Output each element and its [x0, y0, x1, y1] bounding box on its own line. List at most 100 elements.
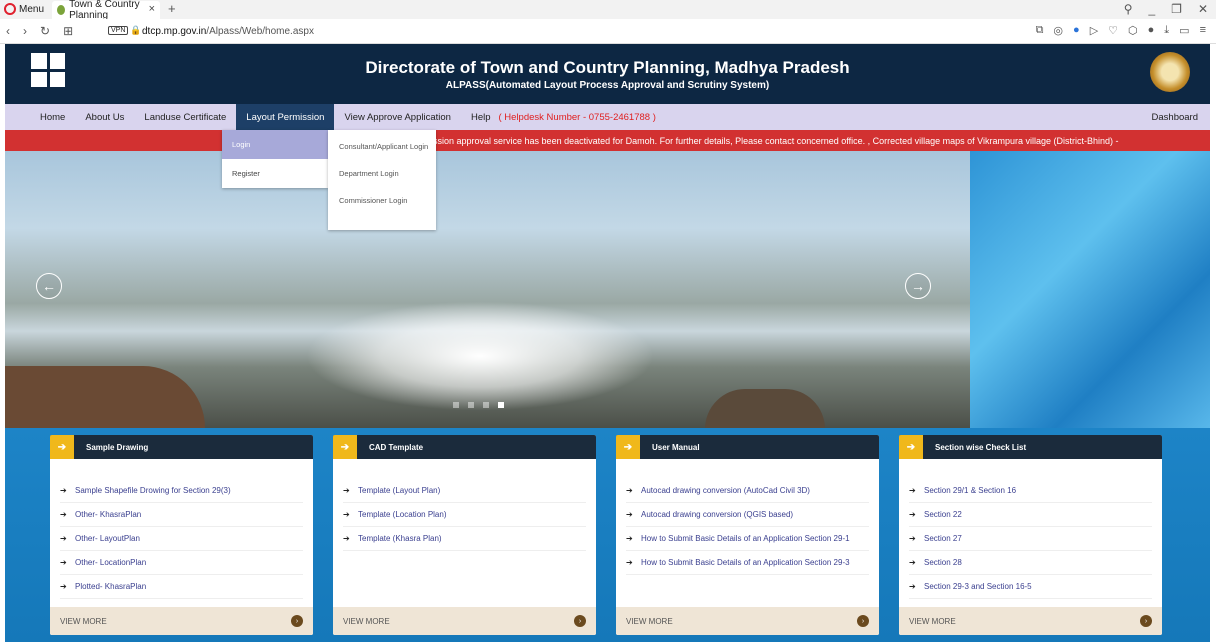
list-item[interactable]: Section 22	[909, 503, 1152, 527]
nav-help-label: Help	[470, 111, 491, 123]
camera-icon[interactable]: ◎	[1053, 24, 1063, 37]
card-header: ➔ CAD Template	[333, 435, 596, 459]
dropdown-register[interactable]: Register	[222, 159, 328, 188]
extension-icons: ⧉ ◎ ● ▷ ♡ ⬡ ● ⤓ ▭ ≡	[1036, 24, 1206, 37]
battery-icon[interactable]: ▭	[1179, 24, 1189, 37]
window-controls: ⚲ _ ❐ ✕	[1124, 2, 1208, 16]
play-icon[interactable]: ▷	[1090, 24, 1098, 37]
browser-tab[interactable]: Town & Country Planning ×	[52, 0, 160, 21]
snapshot-icon[interactable]: ⧉	[1036, 24, 1044, 37]
waterfall-mist	[305, 301, 655, 411]
favicon-icon	[57, 5, 66, 15]
list-item[interactable]: Template (Khasra Plan)	[343, 527, 586, 551]
list-item[interactable]: Template (Location Plan)	[343, 503, 586, 527]
opera-menu-button[interactable]: Menu	[4, 3, 44, 15]
card-sample-drawing: ➔ Sample Drawing Sample Shapefile Drowing…	[50, 435, 313, 635]
easy-setup-icon[interactable]: ≡	[1200, 24, 1206, 37]
search-tabs-icon[interactable]: ⚲	[1124, 2, 1133, 16]
rock-left	[5, 366, 205, 428]
nav-view-approve-application[interactable]: View Approve Application	[334, 104, 461, 130]
carousel-indicators	[453, 402, 504, 408]
list-item[interactable]: Section 29-3 and Section 16-5	[909, 575, 1152, 599]
carousel-prev-button[interactable]: ←	[36, 273, 62, 299]
heart-icon[interactable]: ♡	[1108, 24, 1118, 37]
card-list: Sample Shapefile Drowing for Section 29(…	[50, 479, 313, 623]
chevron-right-icon: ›	[574, 615, 586, 627]
close-window-icon[interactable]: ✕	[1198, 2, 1208, 16]
view-more-label: VIEW MORE	[60, 616, 107, 626]
carousel-dot[interactable]	[468, 402, 474, 408]
submenu-commissioner-login[interactable]: Commissioner Login	[328, 180, 436, 207]
card-section-checklist: ➔ Section wise Check List Section 29/1 & …	[899, 435, 1162, 635]
list-item[interactable]: Other- KhasraPlan	[60, 503, 303, 527]
view-more-label: VIEW MORE	[343, 616, 390, 626]
opera-logo-icon	[4, 3, 16, 15]
list-item[interactable]: Section 29/1 & Section 16	[909, 479, 1152, 503]
close-tab-icon[interactable]: ×	[149, 3, 155, 15]
list-item[interactable]: Section 27	[909, 527, 1152, 551]
carousel-next-button[interactable]: →	[905, 273, 931, 299]
cube-icon[interactable]: ⬡	[1128, 24, 1138, 37]
submenu-department-login[interactable]: Department Login	[328, 153, 436, 180]
card-title: User Manual	[652, 442, 700, 452]
card-header: ➔ Sample Drawing	[50, 435, 313, 459]
url-domain: dtcp.mp.gov.in	[142, 26, 207, 37]
nav-landuse-certificate[interactable]: Landuse Certificate	[134, 104, 236, 130]
dropdown-login[interactable]: Login	[222, 130, 328, 159]
new-tab-icon[interactable]: +	[168, 1, 176, 16]
minimize-icon[interactable]: _	[1148, 2, 1155, 16]
view-more-button[interactable]: VIEW MORE ›	[333, 607, 596, 635]
list-item[interactable]: Other- LocationPlan	[60, 551, 303, 575]
list-item[interactable]: Autocad drawing conversion (AutoCad Civi…	[626, 479, 869, 503]
nav-dashboard[interactable]: Dashboard	[1152, 104, 1198, 130]
back-icon[interactable]: ‹	[6, 24, 10, 38]
card-list: Autocad drawing conversion (AutoCad Civi…	[616, 479, 879, 575]
nav-help[interactable]: Help ( Helpdesk Number - 0755-2461788 )	[461, 104, 666, 130]
view-more-button[interactable]: VIEW MORE ›	[616, 607, 879, 635]
vpn-badge[interactable]: VPN	[108, 26, 129, 35]
list-item[interactable]: Template (Layout Plan)	[343, 479, 586, 503]
view-more-button[interactable]: VIEW MORE ›	[50, 607, 313, 635]
list-item[interactable]: How to Submit Basic Details of an Applic…	[626, 551, 869, 575]
rock-right	[705, 389, 825, 428]
card-list: Section 29/1 & Section 16 Section 22 Sec…	[899, 479, 1162, 623]
chevron-right-icon: ›	[857, 615, 869, 627]
nav-home[interactable]: Home	[5, 104, 75, 130]
decorative-blue-panel	[970, 151, 1210, 428]
carousel-dot-active[interactable]	[498, 402, 504, 408]
nav-about-us[interactable]: About Us	[75, 104, 134, 130]
layout-permission-dropdown: Login Register	[222, 130, 328, 188]
ticker-text: ssion approval service has been deactiva…	[433, 135, 1119, 146]
main-nav: Home About Us Landuse Certificate Layout…	[5, 104, 1210, 130]
list-item[interactable]: Plotted- KhasraPlan	[60, 575, 303, 599]
download-icon[interactable]: ⤓	[1164, 24, 1169, 37]
list-item[interactable]: Section 28	[909, 551, 1152, 575]
profile-icon[interactable]: ●	[1148, 24, 1155, 37]
arrow-right-icon: ➔	[899, 435, 923, 459]
browser-tab-bar: Menu Town & Country Planning × + ⚲ _ ❐ ✕	[0, 0, 1216, 21]
card-cad-template: ➔ CAD Template Template (Layout Plan) Tem…	[333, 435, 596, 635]
card-list: Template (Layout Plan) Template (Locatio…	[333, 479, 596, 551]
url-field[interactable]: dtcp.mp.gov.in/Alpass/Web/home.aspx	[142, 26, 314, 37]
restore-icon[interactable]: ❐	[1171, 2, 1182, 16]
card-header: ➔ User Manual	[616, 435, 879, 459]
view-more-label: VIEW MORE	[626, 616, 673, 626]
reload-icon[interactable]: ↻	[40, 24, 50, 38]
card-user-manual: ➔ User Manual Autocad drawing conversion …	[616, 435, 879, 635]
list-item[interactable]: Sample Shapefile Drowing for Section 29(…	[60, 479, 303, 503]
lock-icon[interactable]: 🔒	[130, 25, 141, 36]
forward-icon[interactable]: ›	[23, 24, 27, 38]
speed-dial-icon[interactable]: ⊞	[63, 24, 73, 38]
page-title: Directorate of Town and Country Planning…	[365, 58, 850, 77]
nav-layout-permission[interactable]: Layout Permission	[236, 104, 335, 130]
submenu-consultant-login[interactable]: Consultant/Applicant Login	[328, 130, 436, 153]
shield-icon[interactable]: ●	[1073, 24, 1080, 37]
carousel-dot[interactable]	[483, 402, 489, 408]
list-item[interactable]: How to Submit Basic Details of an Applic…	[626, 527, 869, 551]
chevron-right-icon: ›	[1140, 615, 1152, 627]
view-more-button[interactable]: VIEW MORE ›	[899, 607, 1162, 635]
list-item[interactable]: Other- LayoutPlan	[60, 527, 303, 551]
list-item[interactable]: Autocad drawing conversion (QGIS based)	[626, 503, 869, 527]
carousel-dot[interactable]	[453, 402, 459, 408]
card-title: Section wise Check List	[935, 442, 1027, 452]
